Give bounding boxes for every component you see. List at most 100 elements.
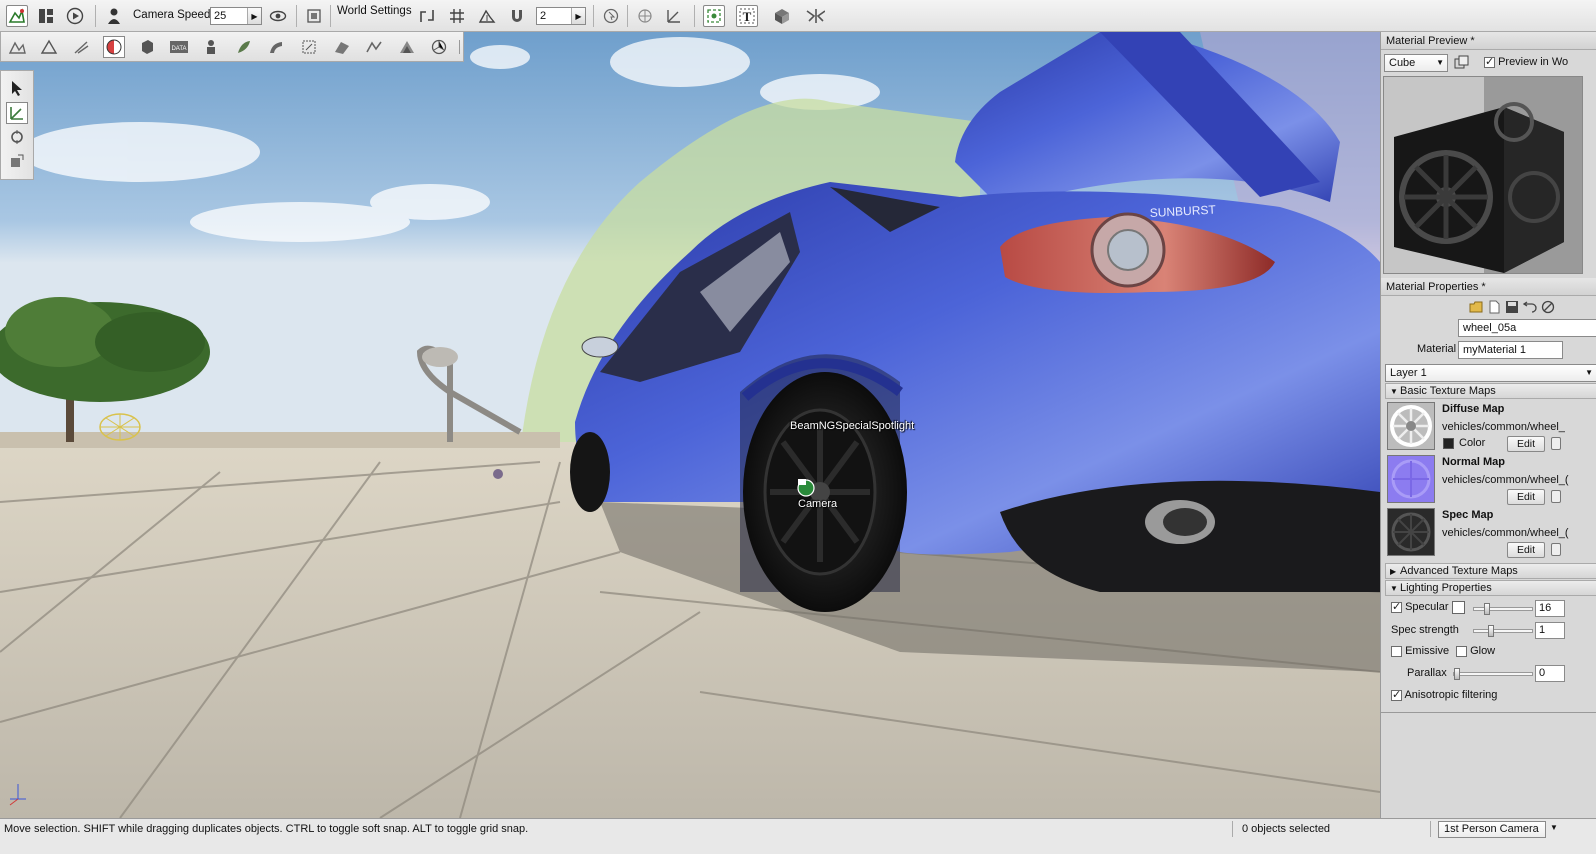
normal-map-thumbnail[interactable] [1387, 455, 1435, 503]
palette-grip[interactable] [459, 40, 463, 54]
mesh-road-editor-icon[interactable] [331, 36, 353, 58]
basic-texture-maps-header[interactable]: ▼ Basic Texture Maps [1385, 383, 1596, 399]
camera-label[interactable]: Camera [798, 498, 837, 510]
grid-size-value[interactable]: 2 [537, 8, 571, 24]
select-arrow-icon[interactable] [6, 77, 28, 99]
emissive-toggle[interactable]: Emissive [1391, 645, 1449, 657]
rotate-tool-icon[interactable] [6, 126, 28, 148]
normal-map-path[interactable]: vehicles/common/wheel_( [1442, 474, 1569, 486]
material-mapto-field[interactable]: wheel_05a [1458, 319, 1596, 337]
camera-speed-stepper[interactable]: 25 ▶ [210, 7, 262, 25]
open-folder-icon[interactable] [1469, 300, 1483, 317]
parallax-value-field[interactable]: 0 [1535, 665, 1565, 682]
specular-color-swatch[interactable] [1452, 601, 1465, 614]
object-icons-icon[interactable] [703, 5, 725, 27]
glow-checkbox[interactable] [1456, 645, 1467, 657]
spec-map-thumbnail[interactable] [1387, 508, 1435, 556]
particle-icon[interactable] [804, 5, 826, 27]
diffuse-color-swatch[interactable] [1443, 438, 1454, 449]
new-file-icon[interactable] [1487, 300, 1501, 317]
camera-speed-value[interactable]: 25 [211, 8, 247, 24]
preview-shape-select[interactable]: Cube ▼ [1384, 54, 1448, 72]
material-name-field[interactable]: myMaterial 1 [1458, 341, 1563, 359]
select-object-icon[interactable] [600, 5, 622, 27]
forest-editor-icon[interactable] [233, 36, 255, 58]
chevron-down-icon[interactable]: ▼ [1550, 823, 1558, 832]
navmesh-editor-icon[interactable] [363, 36, 385, 58]
preview-in-world-toggle[interactable]: Preview in Wo [1484, 55, 1568, 68]
convex-editor-icon[interactable] [396, 36, 418, 58]
spec-edit-button[interactable]: Edit [1507, 542, 1545, 558]
diffuse-trash-icon[interactable] [1551, 437, 1561, 450]
chevron-right-icon[interactable]: ▶ [571, 8, 585, 24]
scale-tool-icon[interactable] [6, 150, 28, 172]
advanced-texture-maps-header[interactable]: ▶ Advanced Texture Maps [1385, 563, 1596, 579]
world-settings-label[interactable]: World Settings [337, 5, 412, 17]
preview-in-world-checkbox[interactable] [1484, 55, 1495, 68]
specular-checkbox[interactable] [1391, 600, 1402, 613]
fit-view-icon[interactable] [303, 5, 325, 27]
diffuse-map-thumbnail[interactable] [1387, 402, 1435, 450]
spec-strength-slider-knob[interactable] [1488, 625, 1494, 637]
camera-mode-select[interactable]: 1st Person Camera [1438, 821, 1546, 838]
diffuse-edit-button[interactable]: Edit [1507, 436, 1545, 452]
shape-editor-icon[interactable] [136, 36, 158, 58]
spec-trash-icon[interactable] [1551, 543, 1561, 556]
pivot-icon[interactable] [634, 5, 656, 27]
grid-snap-icon[interactable] [446, 5, 468, 27]
spec-strength-value-field[interactable]: 1 [1535, 622, 1565, 639]
datablock-editor-icon[interactable]: DATA [168, 36, 190, 58]
layer-select[interactable]: Layer 1 ▼ [1385, 364, 1596, 382]
material-preview-viewport[interactable] [1383, 76, 1583, 274]
emissive-checkbox[interactable] [1391, 645, 1402, 657]
parallax-slider-knob[interactable] [1454, 668, 1460, 680]
lighting-properties-header[interactable]: ▼ Lighting Properties [1385, 580, 1596, 596]
save-icon[interactable] [1505, 300, 1519, 317]
normal-trash-icon[interactable] [1551, 490, 1561, 503]
revert-icon[interactable] [1541, 300, 1555, 317]
terrain-painter-icon[interactable] [38, 36, 60, 58]
undo-icon[interactable] [1522, 300, 1537, 317]
svg-text:T: T [743, 9, 752, 24]
object-editor-icon[interactable] [6, 5, 28, 27]
normal-edit-button[interactable]: Edit [1507, 489, 1545, 505]
visibility-eye-icon[interactable] [267, 5, 289, 27]
diffuse-map-path[interactable]: vehicles/common/wheel_ [1442, 421, 1565, 433]
specular-value-field[interactable]: 16 [1535, 600, 1565, 617]
sketch-tool-icon[interactable] [428, 36, 450, 58]
play-icon[interactable] [64, 5, 86, 27]
specular-toggle[interactable]: Specular [1391, 600, 1448, 613]
material-editor-icon[interactable] [103, 36, 125, 58]
spec-strength-slider[interactable] [1473, 622, 1533, 638]
spawn-object-icon[interactable] [771, 5, 793, 27]
object-text-icon[interactable]: T [736, 5, 758, 27]
magnet-icon[interactable] [506, 5, 528, 27]
parallax-slider[interactable] [1453, 665, 1533, 681]
specular-slider[interactable] [1473, 600, 1533, 616]
camera-person-icon[interactable] [103, 5, 125, 27]
spotlight-label[interactable]: BeamNGSpecialSpotlight [790, 420, 914, 432]
anisotropic-toggle[interactable]: Anisotropic filtering [1391, 688, 1497, 701]
move-tool-icon[interactable] [6, 102, 28, 124]
terrain-editor-icon[interactable] [6, 36, 28, 58]
layout-icon[interactable] [35, 5, 57, 27]
snap-toggle-icon[interactable] [416, 5, 438, 27]
road-editor-icon[interactable] [70, 36, 92, 58]
glow-toggle[interactable]: Glow [1456, 645, 1495, 657]
preview-options-icon[interactable] [1453, 54, 1471, 72]
status-bar: Move selection. SHIFT while dragging dup… [0, 818, 1596, 854]
normal-map-label: Normal Map [1442, 456, 1505, 468]
3d-viewport[interactable]: SUNBURST BeamNGSpecialSpotlight Camera [0, 32, 1380, 818]
decal-editor-icon[interactable] [298, 36, 320, 58]
grid-size-stepper[interactable]: 2 ▶ [536, 7, 586, 25]
transform-axis-icon[interactable] [663, 5, 685, 27]
particle-editor-icon[interactable] [200, 36, 222, 58]
spec-map-path[interactable]: vehicles/common/wheel_( [1442, 527, 1569, 539]
chevron-right-icon[interactable]: ▶ [247, 8, 261, 24]
anisotropic-checkbox[interactable] [1391, 688, 1402, 701]
terrain-snap-icon[interactable] [476, 5, 498, 27]
river-editor-icon[interactable] [265, 36, 287, 58]
advanced-texture-maps-label: Advanced Texture Maps [1400, 565, 1518, 577]
specular-slider-knob[interactable] [1484, 603, 1490, 615]
basic-texture-maps-label: Basic Texture Maps [1400, 385, 1496, 397]
